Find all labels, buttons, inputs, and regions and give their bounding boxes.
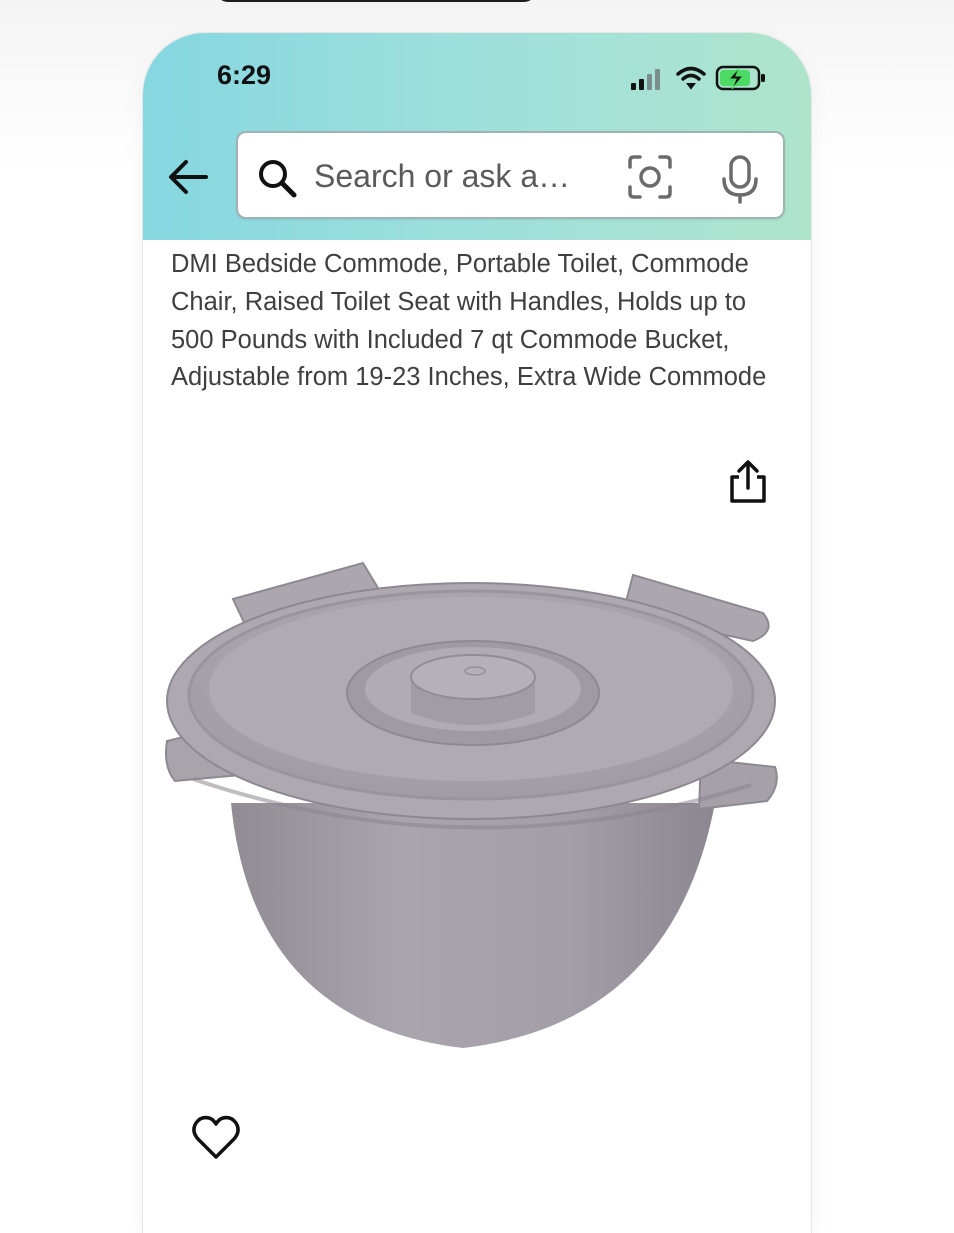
back-button[interactable] bbox=[163, 155, 213, 199]
camera-lens-icon[interactable] bbox=[626, 153, 674, 201]
status-icons bbox=[631, 65, 765, 91]
search-input[interactable] bbox=[314, 155, 582, 197]
wifi-icon bbox=[676, 66, 706, 90]
app-header: 6:29 bbox=[143, 33, 811, 240]
cellular-signal-icon bbox=[631, 69, 660, 90]
share-icon[interactable] bbox=[723, 457, 773, 507]
microphone-icon[interactable] bbox=[716, 153, 764, 205]
battery-charging-icon bbox=[715, 65, 765, 91]
search-icon bbox=[259, 160, 297, 198]
back-arrow-icon bbox=[169, 160, 208, 194]
device-bezel bbox=[216, 0, 536, 2]
search-bar[interactable] bbox=[236, 131, 785, 219]
product-title: DMI Bedside Commode, Portable Toilet, Co… bbox=[171, 250, 767, 392]
heart-icon[interactable] bbox=[191, 1113, 241, 1163]
product-image-commode-bucket[interactable] bbox=[153, 553, 793, 1073]
status-time: 6:29 bbox=[217, 60, 272, 90]
phone-screen: 6:29 Search or ask a… DMI Bedside Commod… bbox=[143, 33, 811, 1233]
